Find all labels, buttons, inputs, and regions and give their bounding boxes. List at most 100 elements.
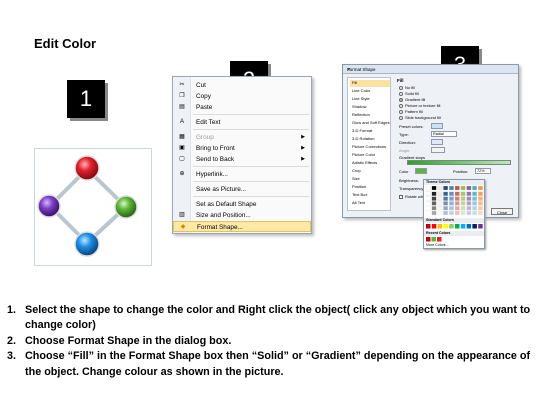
radio-background-fill[interactable]: Slide background fill [399, 115, 441, 120]
category-picture-corrections[interactable]: Picture Corrections [350, 144, 390, 151]
theme-swatch[interactable] [460, 201, 466, 206]
theme-swatch[interactable] [426, 201, 431, 206]
theme-swatch[interactable] [478, 191, 483, 196]
theme-swatch[interactable] [454, 191, 460, 196]
menu-item-set-default-shape[interactable]: Set as Default Shape [173, 199, 311, 210]
menu-item-hyperlink[interactable]: ⊕ Hyperlink... [173, 169, 311, 180]
category-line-color[interactable]: Line Color [350, 88, 390, 95]
category-size[interactable]: Size [350, 176, 390, 183]
theme-swatch[interactable] [460, 210, 466, 216]
theme-swatch[interactable] [437, 196, 443, 201]
theme-swatch[interactable] [449, 206, 454, 211]
node-green[interactable] [114, 195, 138, 219]
theme-swatch[interactable] [466, 206, 472, 211]
theme-swatch[interactable] [472, 201, 478, 206]
category-picture-color[interactable]: Picture Color [350, 152, 390, 159]
category-shadow[interactable]: Shadow [350, 104, 390, 111]
menu-item-cut[interactable]: ✂ Cut [173, 80, 311, 91]
close-button[interactable]: Close [491, 208, 513, 215]
standard-swatch[interactable] [437, 224, 443, 229]
preset-colors-dropdown[interactable] [431, 123, 443, 129]
radio-gradient-fill[interactable]: Gradient fill [399, 97, 425, 102]
menu-item-save-as-picture[interactable]: Save as Picture... [173, 184, 311, 195]
theme-swatch[interactable] [472, 191, 478, 196]
theme-swatch[interactable] [449, 210, 454, 216]
theme-swatch[interactable] [431, 210, 437, 216]
category-crop[interactable]: Crop [350, 168, 390, 175]
standard-color-swatches[interactable] [426, 224, 484, 229]
theme-swatch[interactable] [454, 210, 460, 216]
theme-swatch[interactable] [443, 201, 449, 206]
theme-swatch[interactable] [478, 186, 483, 191]
theme-swatch[interactable] [454, 201, 460, 206]
theme-swatch[interactable] [466, 186, 472, 191]
theme-swatch[interactable] [437, 191, 443, 196]
theme-swatch[interactable] [478, 206, 483, 211]
theme-swatch[interactable] [437, 186, 443, 191]
radio-pattern-fill[interactable]: Pattern fill [399, 109, 423, 114]
category-text-box[interactable]: Text Box [350, 192, 390, 199]
theme-swatch[interactable] [454, 186, 460, 191]
radio-no-fill[interactable]: No fill [399, 85, 415, 90]
theme-swatch[interactable] [431, 186, 437, 191]
theme-swatch[interactable] [472, 186, 478, 191]
menu-item-bring-to-front[interactable]: ▣ Bring to Front ▶ [173, 143, 311, 154]
angle-input[interactable] [431, 147, 445, 153]
theme-swatch[interactable] [437, 206, 443, 211]
standard-swatch[interactable] [443, 224, 448, 229]
standard-swatch[interactable] [478, 224, 483, 229]
color-picker-button[interactable] [415, 168, 427, 174]
category-glow[interactable]: Glow and Soft Edges [350, 120, 390, 127]
category-reflection[interactable]: Reflection [350, 112, 390, 119]
theme-swatch[interactable] [460, 186, 466, 191]
menu-item-size-position[interactable]: ▥ Size and Position... [173, 210, 311, 221]
theme-swatch[interactable] [472, 210, 478, 216]
theme-swatch[interactable] [426, 191, 431, 196]
theme-swatch[interactable] [454, 206, 460, 211]
theme-swatch[interactable] [466, 191, 472, 196]
standard-swatch[interactable] [466, 224, 472, 229]
radio-picture-fill[interactable]: Picture or texture fill [399, 103, 440, 108]
theme-swatch[interactable] [466, 196, 472, 201]
theme-swatch[interactable] [443, 196, 449, 201]
theme-swatch[interactable] [449, 201, 454, 206]
standard-swatch[interactable] [431, 224, 437, 229]
theme-swatch[interactable] [466, 201, 472, 206]
menu-item-format-shape[interactable]: ◆ Format Shape... [173, 221, 311, 232]
recent-swatch[interactable] [437, 237, 442, 242]
theme-swatch[interactable] [449, 186, 454, 191]
recent-swatch[interactable] [426, 237, 431, 242]
theme-swatch[interactable] [478, 201, 483, 206]
menu-item-paste[interactable]: ▤ Paste [173, 102, 311, 113]
category-line-style[interactable]: Line Style [350, 96, 390, 103]
theme-swatch[interactable] [426, 186, 431, 191]
theme-swatch[interactable] [460, 196, 466, 201]
radio-solid-fill[interactable]: Solid fill [399, 91, 419, 96]
theme-swatch[interactable] [426, 196, 431, 201]
standard-swatch[interactable] [472, 224, 477, 229]
standard-swatch[interactable] [449, 224, 454, 229]
theme-swatch[interactable] [437, 210, 443, 216]
theme-swatch[interactable] [449, 196, 454, 201]
menu-item-copy[interactable]: ❐ Copy [173, 91, 311, 102]
menu-item-send-to-back[interactable]: ▢ Send to Back ▶ [173, 154, 311, 165]
standard-swatch[interactable] [426, 224, 431, 229]
theme-swatch[interactable] [431, 201, 437, 206]
theme-swatch[interactable] [478, 210, 483, 216]
theme-swatch[interactable] [443, 210, 449, 216]
category-artistic-effects[interactable]: Artistic Effects [350, 160, 390, 167]
menu-item-edit-text[interactable]: A Edit Text [173, 117, 311, 128]
theme-swatch[interactable] [426, 206, 431, 211]
theme-swatch[interactable] [426, 210, 431, 216]
theme-swatch[interactable] [443, 191, 449, 196]
menu-item-group[interactable]: ▦ Group ▶ [173, 132, 311, 143]
gradient-stops-bar[interactable] [407, 160, 511, 165]
theme-swatch[interactable] [472, 206, 478, 211]
theme-swatch[interactable] [431, 206, 437, 211]
theme-swatch[interactable] [460, 191, 466, 196]
theme-swatch[interactable] [431, 191, 437, 196]
position-input[interactable]: 72% [475, 168, 491, 174]
theme-swatch[interactable] [437, 201, 443, 206]
theme-swatch[interactable] [478, 196, 483, 201]
theme-swatch[interactable] [431, 196, 437, 201]
